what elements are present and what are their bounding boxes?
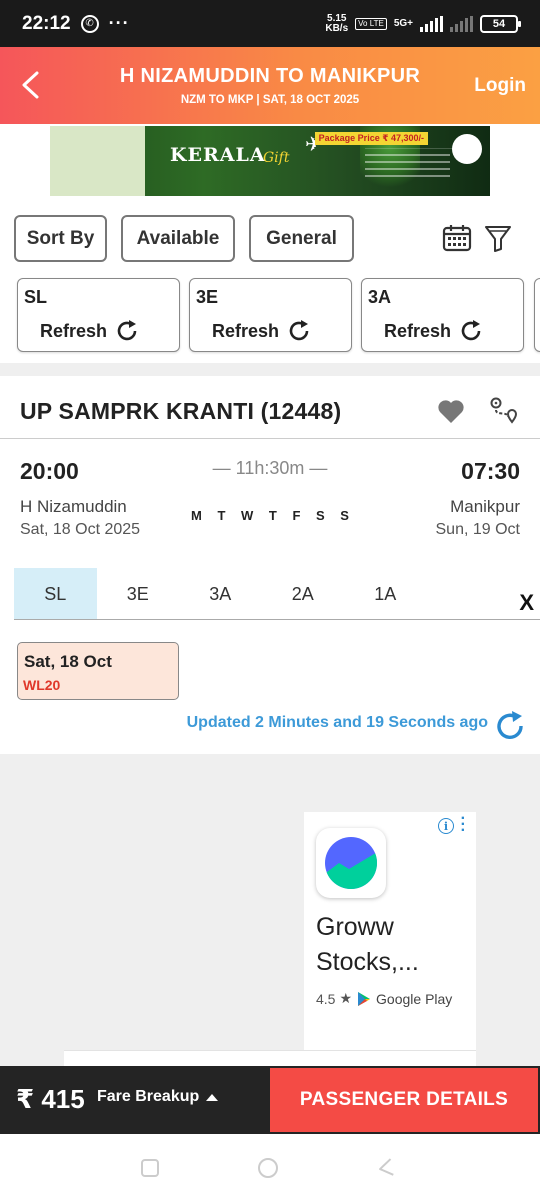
- refresh-button[interactable]: Refresh: [384, 319, 483, 343]
- quota-class: 3A: [368, 287, 392, 307]
- availability-box[interactable]: Sat, 18 Oct WL20: [17, 642, 179, 700]
- banner-script: Gift: [263, 150, 290, 166]
- departure-date: Sat, 18 Oct 2025: [20, 521, 141, 538]
- volte-icon: Vo LTE: [355, 17, 387, 30]
- quota-card-3e[interactable]: 3E Refresh: [189, 278, 352, 352]
- whatsapp-icon: ✆: [80, 14, 99, 33]
- filter-icon[interactable]: [482, 222, 514, 254]
- promo-banner[interactable]: ✈ KERALA Gift Package Price ₹ 47,300/-: [50, 126, 490, 196]
- banner-fine-print: [365, 148, 465, 188]
- home-icon[interactable]: [256, 1156, 280, 1180]
- groww-logo-icon: [325, 837, 377, 889]
- bottom-bar: ₹ 415 Fare Breakup PASSENGER DETAILS: [0, 1066, 540, 1134]
- caret-up-icon: [206, 1093, 219, 1101]
- fare-breakup-label: Fare Breakup: [97, 1088, 200, 1105]
- refresh-icon: [117, 320, 137, 341]
- signal-icon: [420, 15, 443, 32]
- heart-icon[interactable]: [436, 396, 466, 426]
- class-tab-3e[interactable]: 3E: [97, 568, 180, 620]
- banner-logo: [452, 134, 482, 164]
- class-tab-sl[interactable]: SL: [14, 568, 97, 620]
- passenger-details-button[interactable]: PASSENGER DETAILS: [270, 1068, 538, 1132]
- groww-logo: [316, 828, 386, 898]
- class-tab-2a[interactable]: 2A: [262, 568, 345, 620]
- divider: [14, 619, 540, 620]
- quota-class: SL: [24, 287, 48, 307]
- ad-menu-icon[interactable]: · · ·: [461, 811, 466, 839]
- sort-by-button[interactable]: Sort By: [14, 215, 107, 262]
- fare-breakup-button[interactable]: Fare Breakup: [97, 1088, 219, 1106]
- arrival-station: Manikpur: [450, 497, 520, 516]
- journey-duration: — 11h:30m —: [212, 458, 328, 478]
- battery-icon: 54: [480, 14, 521, 33]
- rating-value: 4.5: [316, 990, 336, 1007]
- route-icon[interactable]: [488, 394, 520, 426]
- general-quota-button[interactable]: General: [249, 215, 354, 262]
- quota-card-next[interactable]: [534, 278, 540, 352]
- refresh-label: Refresh: [40, 320, 108, 341]
- calendar-icon[interactable]: [441, 222, 473, 254]
- google-play-icon: [358, 991, 371, 1006]
- network-type: 5G+: [393, 18, 413, 29]
- back-arrow-icon: [22, 71, 39, 99]
- refresh-icon[interactable]: [494, 710, 526, 742]
- arrival-time: 07:30: [461, 458, 520, 484]
- availability-date: Sat, 18 Oct: [24, 652, 112, 671]
- banner-price: Package Price ₹ 47,300/-: [314, 132, 428, 145]
- recents-icon[interactable]: [138, 1156, 162, 1180]
- page-title: H NIZAMUDDIN TO MANIKPUR: [119, 65, 421, 87]
- fare-amount: ₹ 415: [16, 1084, 85, 1114]
- available-filter-button[interactable]: Available: [121, 215, 235, 262]
- arrival-date: Sun, 19 Oct: [435, 521, 521, 538]
- page-subtitle: NZM TO MKP | SAT, 18 OCT 2025: [180, 94, 360, 106]
- train-name: UP SAMPRK KRANTI (12448): [20, 398, 342, 424]
- quota-card-3a[interactable]: 3A Refresh: [361, 278, 524, 352]
- divider: [0, 438, 540, 439]
- ad-strip: [64, 1050, 476, 1066]
- store-name: Google Play: [376, 990, 453, 1007]
- speed-value: 5.15: [327, 12, 347, 24]
- ad-card[interactable]: i · · · Groww Stocks,... 4.5 ★ Google Play: [304, 811, 476, 1052]
- banner-image: [50, 126, 145, 196]
- more-notifications-icon: ···: [108, 13, 130, 33]
- class-tab-1a[interactable]: 1A: [344, 568, 427, 620]
- updated-timestamp: Updated 2 Minutes and 19 Seconds ago: [186, 714, 488, 731]
- status-bar: 22:12 ✆ ··· 5.15 KB/s Vo LTE 5G+ 54: [0, 0, 540, 47]
- app-header: H NIZAMUDDIN TO MANIKPUR NZM TO MKP | SA…: [0, 47, 540, 124]
- ad-info-icon[interactable]: i: [438, 818, 454, 834]
- quota-class: 3E: [196, 287, 219, 307]
- train-card: UP SAMPRK KRANTI (12448) 20:00 — 11h:30m…: [0, 376, 540, 754]
- refresh-button[interactable]: Refresh: [40, 319, 139, 343]
- banner-section: ✈ KERALA Gift Package Price ₹ 47,300/- S…: [0, 124, 540, 277]
- quota-cards-row: SL Refresh 3E Refresh 3A Refresh: [0, 277, 540, 363]
- refresh-icon: [289, 320, 309, 341]
- network-speed: 5.15 KB/s: [325, 12, 349, 34]
- quota-card-sl[interactable]: SL Refresh: [17, 278, 180, 352]
- refresh-label: Refresh: [384, 320, 452, 341]
- status-time: 22:12: [22, 12, 71, 34]
- login-button[interactable]: Login: [474, 75, 526, 97]
- back-button[interactable]: [12, 67, 48, 103]
- speed-unit: KB/s: [325, 22, 349, 34]
- class-tabs: SL 3E 3A 2A 1A: [14, 568, 427, 620]
- class-tab-3a[interactable]: 3A: [179, 568, 262, 620]
- star-icon: ★: [339, 990, 353, 1006]
- back-nav-icon[interactable]: [374, 1156, 398, 1180]
- close-button[interactable]: X: [519, 590, 534, 616]
- signal-sim2-icon: [450, 15, 473, 32]
- refresh-label: Refresh: [212, 320, 280, 341]
- system-nav-bar: [0, 1134, 540, 1200]
- ad-area: i · · · Groww Stocks,... 4.5 ★ Google Play: [0, 754, 540, 1066]
- refresh-icon: [461, 320, 481, 341]
- refresh-button[interactable]: Refresh: [212, 319, 311, 343]
- banner-title: KERALA: [170, 144, 266, 166]
- availability-status: WL20: [23, 677, 61, 693]
- ad-rating: 4.5 ★ Google Play: [316, 990, 452, 1007]
- ad-app-name: Groww Stocks,...: [316, 913, 419, 976]
